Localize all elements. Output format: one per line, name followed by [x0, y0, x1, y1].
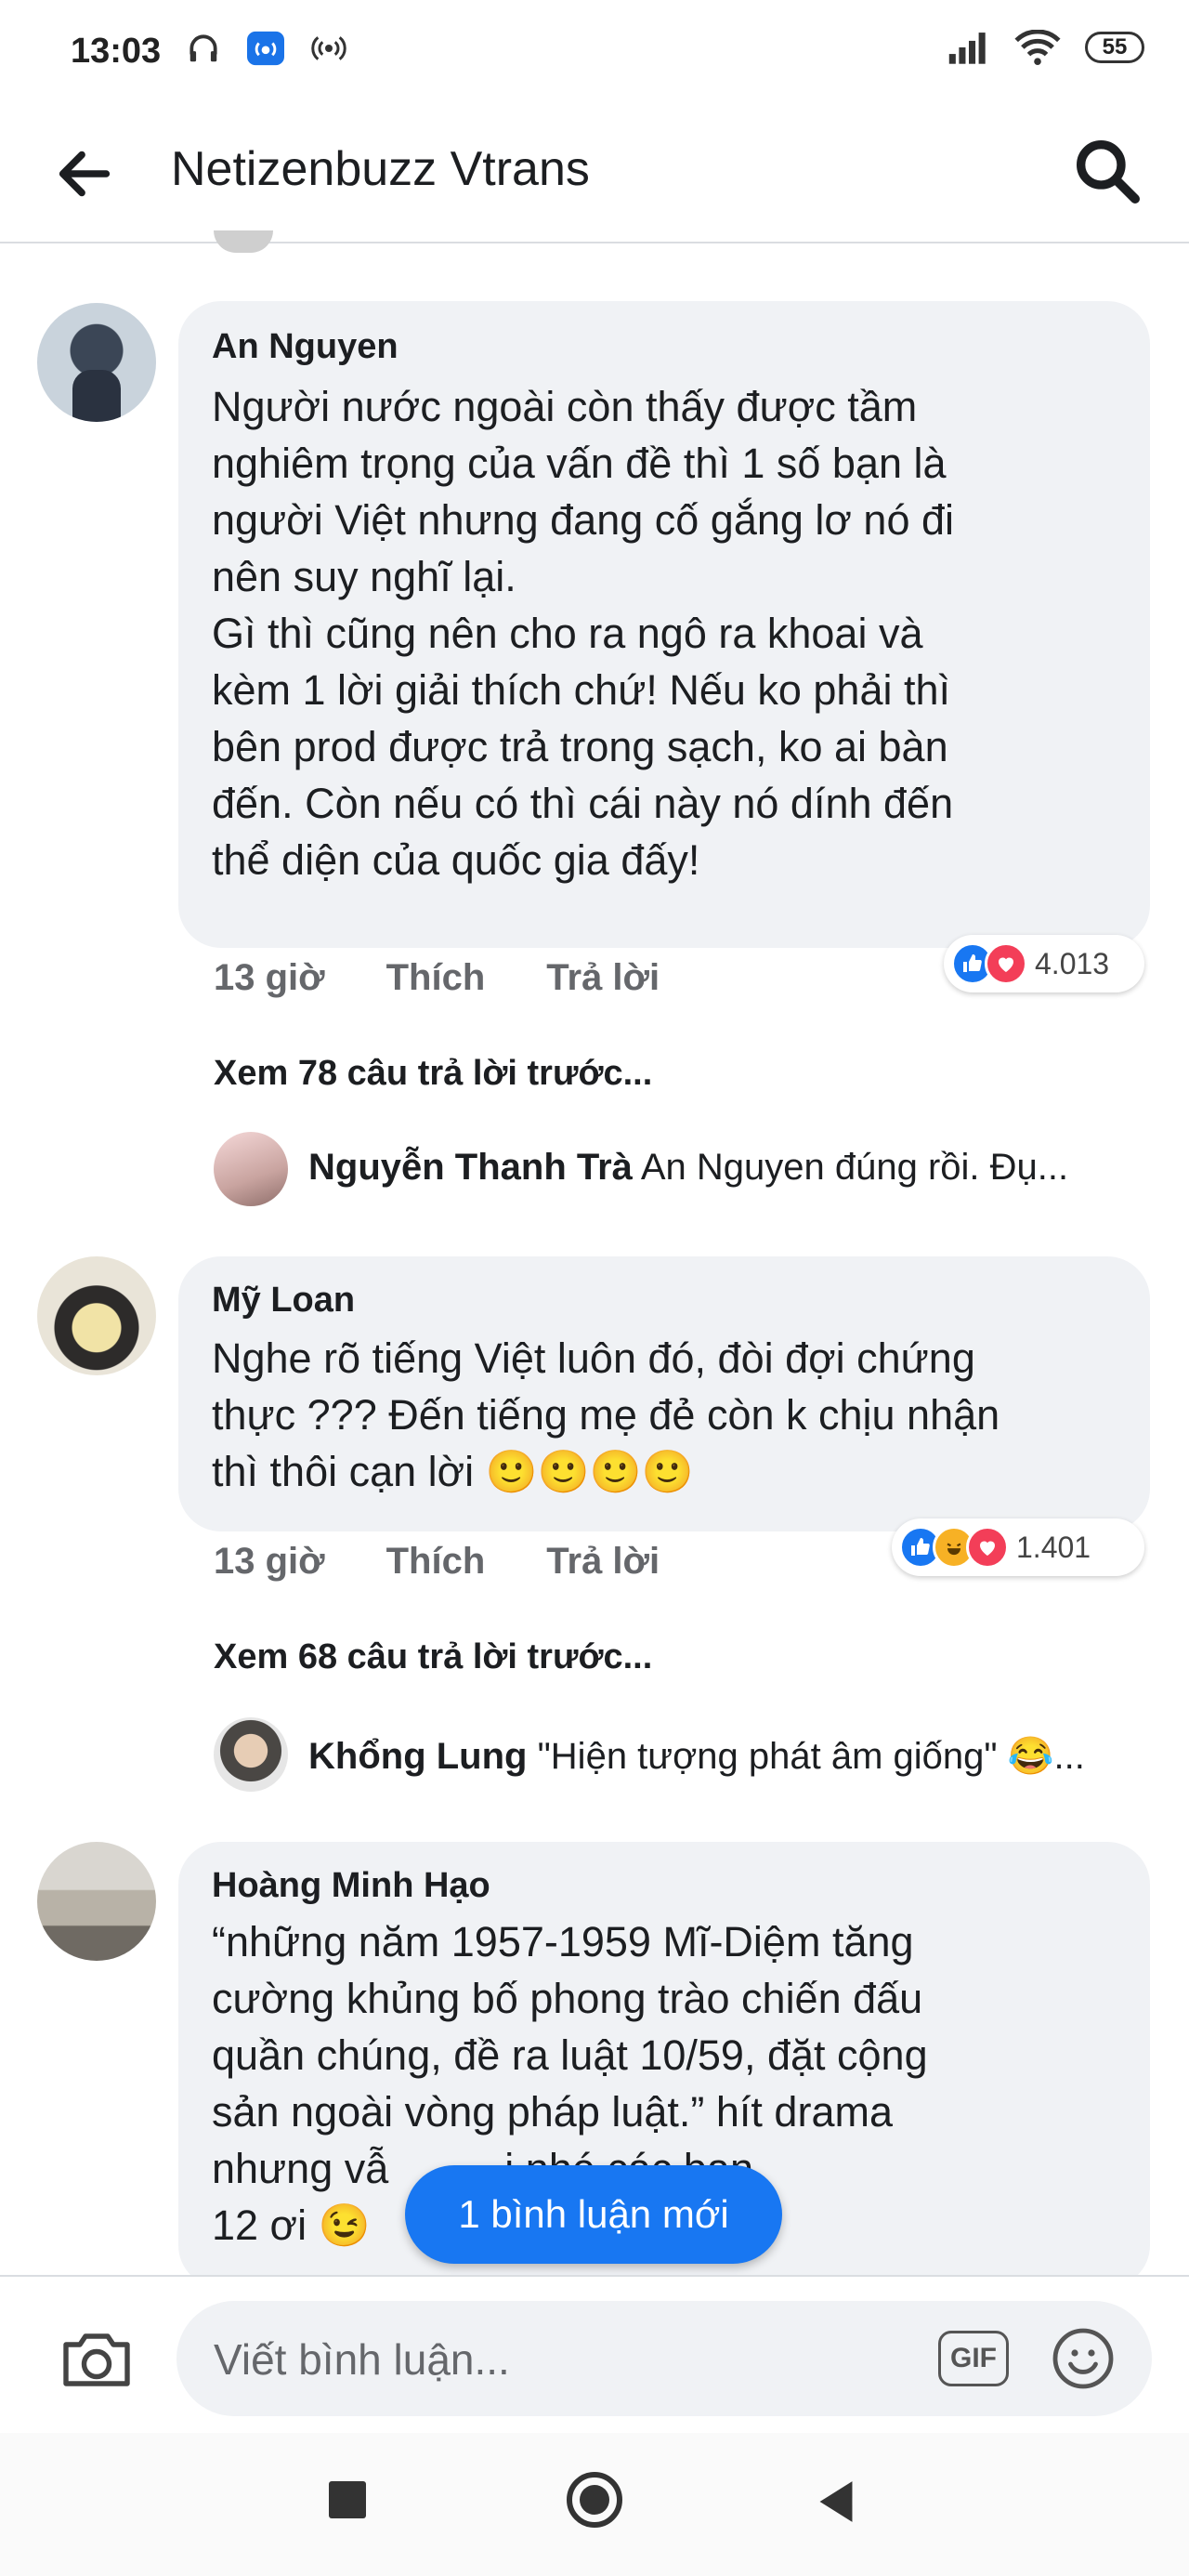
reply-preview[interactable]: Nguyễn Thanh Trà An Nguyen đúng rồi. Đụ.…	[308, 1147, 1068, 1189]
like-button[interactable]: Thích	[386, 957, 486, 999]
app-header: Netizenbuzz Vtrans	[0, 102, 1189, 243]
camera-icon[interactable]	[58, 2325, 136, 2392]
view-previous-replies[interactable]: Xem 68 câu trả lời trước...	[214, 1637, 652, 1677]
back-arrow-icon[interactable]	[52, 141, 117, 206]
status-time: 13:03	[71, 32, 162, 71]
reply-text: An Nguyen đúng rồi. Đụ...	[640, 1147, 1069, 1188]
avatar[interactable]	[37, 303, 156, 422]
headphones-icon	[189, 34, 217, 62]
love-reaction-icon	[985, 942, 1027, 985]
reply-preview[interactable]: Khổng Lung "Hiện tượng phát âm giống" 😂.…	[308, 1734, 1085, 1778]
hotspot-icon	[247, 31, 284, 66]
comment-timestamp: 13 giờ	[214, 957, 325, 998]
status-bar: 13:03 55	[0, 0, 1189, 102]
reaction-count: 4.013	[1035, 946, 1110, 980]
comment-bubble[interactable]: Mỹ Loan Nghe rõ tiếng Việt luôn đó, đòi …	[178, 1256, 1150, 1531]
recents-button[interactable]	[329, 2481, 366, 2518]
battery-indicator: 55	[1085, 32, 1144, 63]
comment-input-placeholder: Viết bình luận...	[214, 2335, 510, 2384]
avatar[interactable]	[37, 1842, 156, 1961]
status-icons-right: 55	[947, 30, 1144, 65]
system-navbar	[0, 2433, 1189, 2576]
reaction-summary[interactable]: 4.013	[944, 935, 1144, 992]
home-button[interactable]	[567, 2472, 622, 2528]
comment-author[interactable]: Mỹ Loan	[212, 1281, 1117, 1321]
page-title: Netizenbuzz Vtrans	[171, 142, 590, 196]
reply-author[interactable]: Nguyễn Thanh Trà	[308, 1147, 633, 1188]
avatar[interactable]	[214, 1132, 288, 1206]
comment-input[interactable]: Viết bình luận... GIF	[176, 2301, 1152, 2416]
comment-text: Nghe rõ tiếng Việt luôn đó, đòi đợi chứn…	[212, 1334, 1000, 1495]
avatar[interactable]	[214, 1717, 288, 1792]
reply-button[interactable]: Trả lời	[546, 1541, 660, 1583]
status-icons-left	[186, 30, 347, 67]
comment-timestamp: 13 giờ	[214, 1541, 325, 1582]
comment-bubble[interactable]: An Nguyen Người nước ngoài còn thấy được…	[178, 301, 1150, 948]
reply-button[interactable]: Trả lời	[546, 957, 660, 999]
search-icon[interactable]	[1070, 134, 1144, 208]
reaction-summary[interactable]: 1.401	[892, 1518, 1144, 1576]
comment-text: Người nước ngoài còn thấy được tầm nghiê…	[212, 383, 954, 884]
wifi-icon	[1014, 30, 1061, 65]
view-previous-replies[interactable]: Xem 78 câu trả lời trước...	[214, 1054, 652, 1094]
comment-composer: Viết bình luận... GIF	[0, 2275, 1189, 2435]
love-reaction-icon	[966, 1526, 1009, 1569]
comment-author[interactable]: An Nguyen	[212, 327, 1117, 367]
reaction-count: 1.401	[1016, 1530, 1091, 1564]
comment-actions: 13 giờ Thích Trả lời	[214, 957, 660, 999]
reply-author[interactable]: Khổng Lung	[308, 1736, 527, 1777]
avatar[interactable]	[37, 1256, 156, 1375]
clipped-avatar	[214, 230, 273, 253]
gif-label: GIF	[950, 2343, 997, 2373]
reply-text: "Hiện tượng phát âm giống" 😂...	[537, 1736, 1085, 1777]
gif-button[interactable]: GIF	[938, 2331, 1009, 2386]
back-button-icon[interactable]	[816, 2479, 856, 2524]
emoji-icon[interactable]	[1050, 2325, 1117, 2392]
signal-broadcast-icon	[311, 36, 346, 60]
like-button[interactable]: Thích	[386, 1541, 486, 1583]
cell-signal-icon	[948, 33, 986, 64]
new-comments-button[interactable]: 1 bình luận mới	[405, 2165, 782, 2264]
comment-author[interactable]: Hoàng Minh Hạo	[212, 1866, 1117, 1906]
comment-actions: 13 giờ Thích Trả lời	[214, 1541, 660, 1583]
